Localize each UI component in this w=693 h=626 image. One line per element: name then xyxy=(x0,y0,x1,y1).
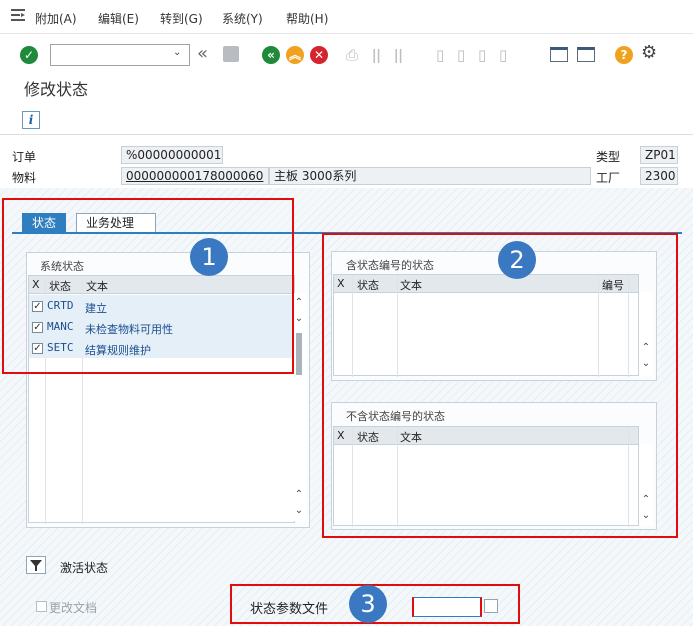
scroll-thumb[interactable] xyxy=(296,333,302,375)
menu-help[interactable]: 帮助(H) xyxy=(286,10,328,27)
prev-page-icon[interactable]: ▯ xyxy=(457,46,465,64)
material-label: 物料 xyxy=(12,171,37,185)
type-label: 类型 xyxy=(596,150,621,164)
order-value: %00000000001 xyxy=(121,146,223,164)
scroll-down-icon[interactable]: ⌄ xyxy=(294,313,304,324)
back-icon[interactable]: « xyxy=(262,46,280,64)
menu-list-icon[interactable] xyxy=(11,9,25,21)
save-icon[interactable] xyxy=(223,46,239,62)
menu-extras[interactable]: 附加(A) xyxy=(35,10,77,27)
callout-badge-1: 1 xyxy=(190,238,228,276)
scroll-down-icon[interactable]: ⌄ xyxy=(294,505,304,516)
help-icon[interactable]: ? xyxy=(615,46,633,64)
callout-badge-2: 2 xyxy=(498,241,536,279)
title-bar xyxy=(0,74,693,102)
callout-box-2 xyxy=(322,233,678,538)
shortcut-icon[interactable] xyxy=(577,47,595,62)
order-label: 订单 xyxy=(12,150,37,164)
menu-goto[interactable]: 转到(G) xyxy=(160,10,203,27)
menu-system[interactable]: 系统(Y) xyxy=(222,10,263,27)
first-page-icon[interactable]: ▯ xyxy=(436,46,444,64)
exit-icon[interactable]: ︽ xyxy=(286,46,304,64)
filter-icon xyxy=(30,560,42,571)
command-field[interactable] xyxy=(50,44,190,66)
callout-badge-3: 3 xyxy=(349,585,387,623)
plant-value: 2300 xyxy=(640,167,678,185)
material-value: 000000000178000060 xyxy=(121,167,269,185)
change-docs-label: 更改文档 xyxy=(49,601,98,615)
find-next-icon[interactable]: ǀǀ xyxy=(394,46,403,64)
activate-status-label: 激活状态 xyxy=(60,561,109,575)
new-session-icon[interactable] xyxy=(550,47,568,62)
menu-bar: 附加(A) 编辑(E) 转到(G) 系统(Y) 帮助(H) xyxy=(0,0,693,34)
scroll-up-icon[interactable]: ⌃ xyxy=(294,297,304,308)
last-page-icon[interactable]: ▯ xyxy=(499,46,507,64)
dropdown-icon[interactable]: ⌄ xyxy=(173,47,181,58)
material-description: 主板 3000系列 xyxy=(269,167,591,185)
enter-checkmark-icon[interactable]: ✓ xyxy=(20,46,38,64)
callout-box-1 xyxy=(2,198,294,374)
change-docs-checkbox[interactable] xyxy=(36,601,47,612)
scroll-up-icon[interactable]: ⌃ xyxy=(294,489,304,500)
plant-label: 工厂 xyxy=(596,171,621,185)
activate-status-button[interactable] xyxy=(26,556,46,574)
double-chevron-left-icon[interactable]: « xyxy=(197,43,208,64)
cancel-icon[interactable]: ✕ xyxy=(310,46,328,64)
page-title: 修改状态 xyxy=(24,80,89,99)
settings-icon[interactable]: ⚙ xyxy=(641,42,657,63)
find-icon[interactable]: ǀǀ xyxy=(372,46,381,64)
menu-edit[interactable]: 编辑(E) xyxy=(98,10,139,27)
type-value: ZP01 xyxy=(640,146,678,164)
print-icon[interactable]: ⎙ xyxy=(346,46,358,64)
system-status-scrollbar[interactable]: ⌃ ⌄ ⌃ ⌄ xyxy=(292,293,306,521)
info-icon[interactable]: i xyxy=(22,111,40,129)
next-page-icon[interactable]: ▯ xyxy=(478,46,486,64)
